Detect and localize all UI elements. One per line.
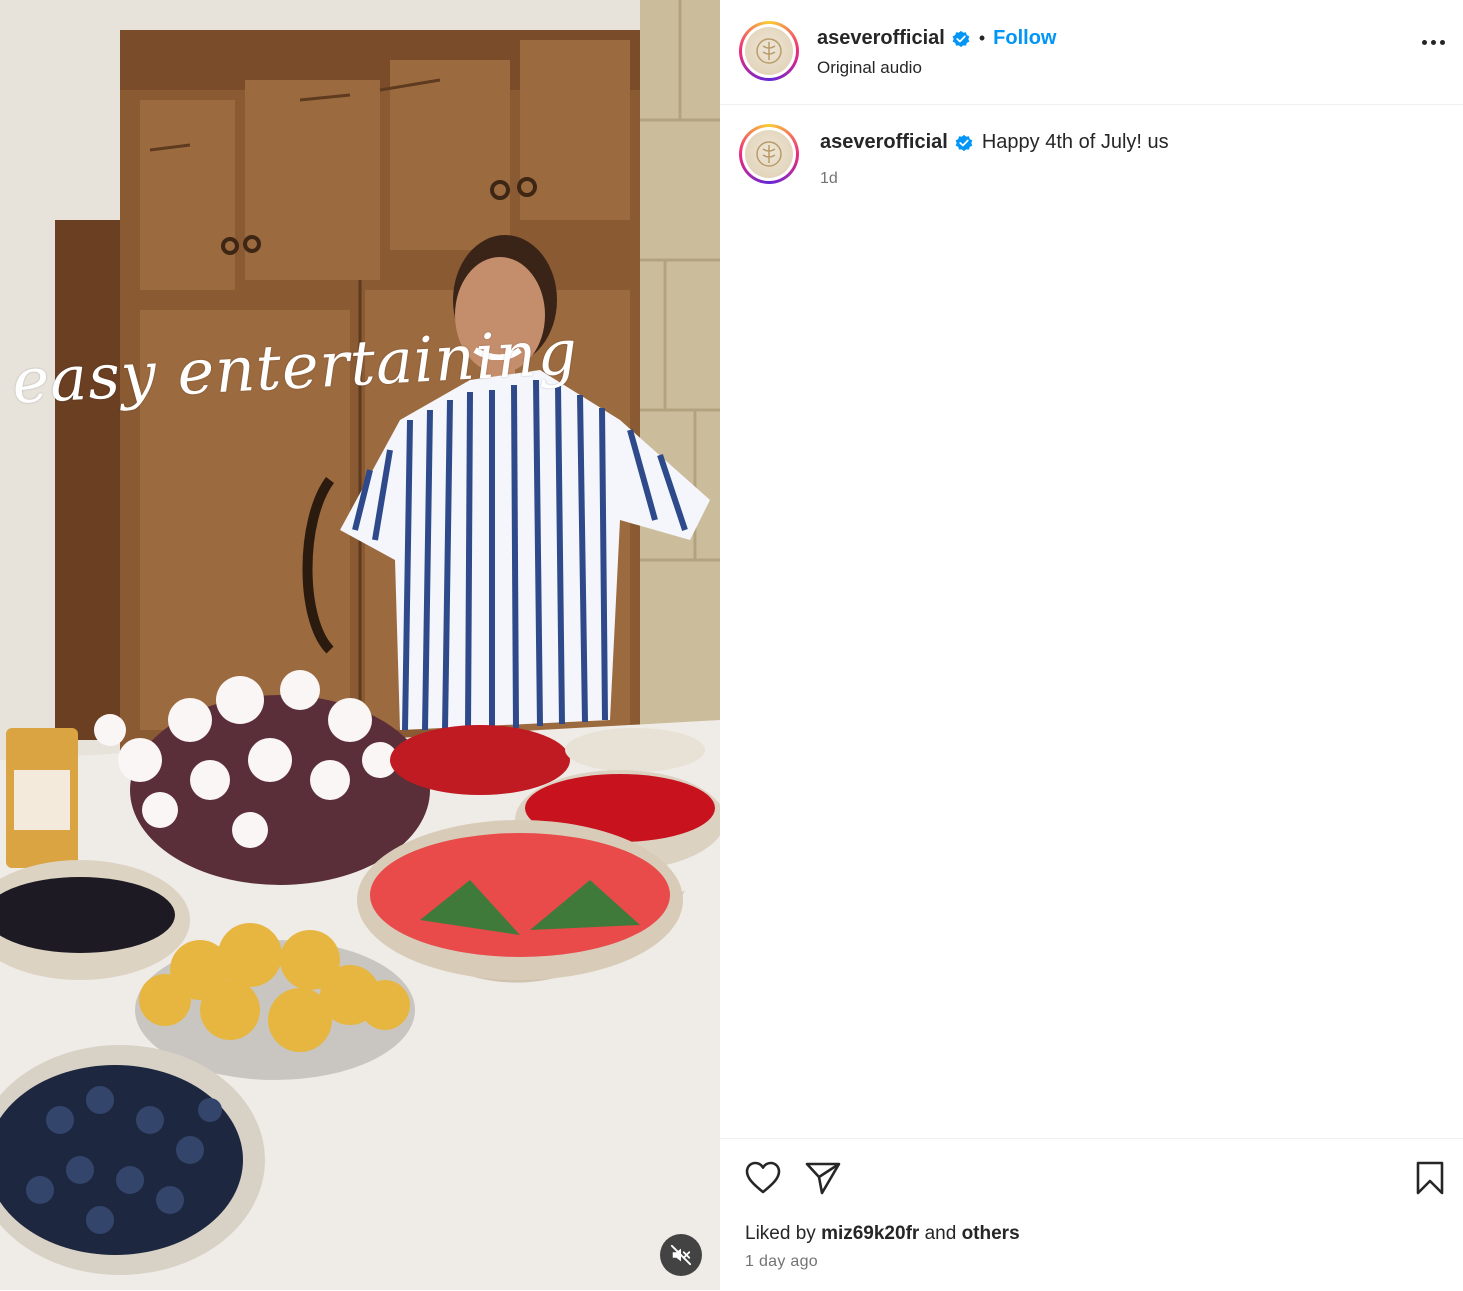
brand-logo-icon: [756, 38, 782, 64]
author-username[interactable]: aseverofficial: [817, 27, 945, 50]
likes-prefix: Liked by: [745, 1223, 816, 1244]
action-bar: Liked by miz69k20fr and others 1 day ago: [720, 1138, 1463, 1291]
liked-by-user-link[interactable]: miz69k20fr: [821, 1223, 919, 1244]
more-options-button[interactable]: [1422, 40, 1445, 45]
caption-avatar[interactable]: [739, 124, 799, 184]
likes-joiner: and: [924, 1223, 957, 1244]
paper-plane-icon: [805, 1162, 841, 1195]
original-audio-link[interactable]: Original audio: [817, 58, 922, 78]
verified-badge-icon: [952, 30, 970, 47]
post-side-panel: aseverofficial • Follow Original audio a…: [720, 0, 1463, 1290]
likes-summary: Liked by miz69k20fr and others: [745, 1223, 1020, 1245]
post-video-frame: [0, 0, 720, 1290]
caption-timestamp[interactable]: 1d: [820, 170, 838, 188]
header-separator: •: [978, 28, 986, 48]
post-media[interactable]: easy entertaining: [0, 0, 720, 1290]
brand-logo-icon: [756, 141, 782, 167]
speaker-muted-icon: [670, 1244, 692, 1266]
liked-by-others-link[interactable]: others: [962, 1223, 1020, 1244]
post-time-ago[interactable]: 1 day ago: [745, 1253, 818, 1271]
heart-icon: [745, 1161, 781, 1194]
follow-button[interactable]: Follow: [993, 27, 1056, 50]
more-horizontal-icon: [1422, 40, 1427, 45]
caption-text: Happy 4th of July! us: [981, 131, 1169, 153]
mute-button[interactable]: [660, 1234, 702, 1276]
save-button[interactable]: [1415, 1161, 1445, 1200]
caption-username[interactable]: aseverofficial: [820, 131, 948, 154]
bookmark-icon: [1416, 1161, 1444, 1195]
caption: aseverofficial Happy 4th of July! us: [820, 131, 1169, 154]
author-avatar[interactable]: [739, 21, 799, 81]
post-header: aseverofficial • Follow Original audio: [720, 0, 1463, 105]
verified-badge-icon: [955, 134, 973, 151]
share-button[interactable]: [805, 1161, 841, 1200]
like-button[interactable]: [745, 1161, 781, 1200]
